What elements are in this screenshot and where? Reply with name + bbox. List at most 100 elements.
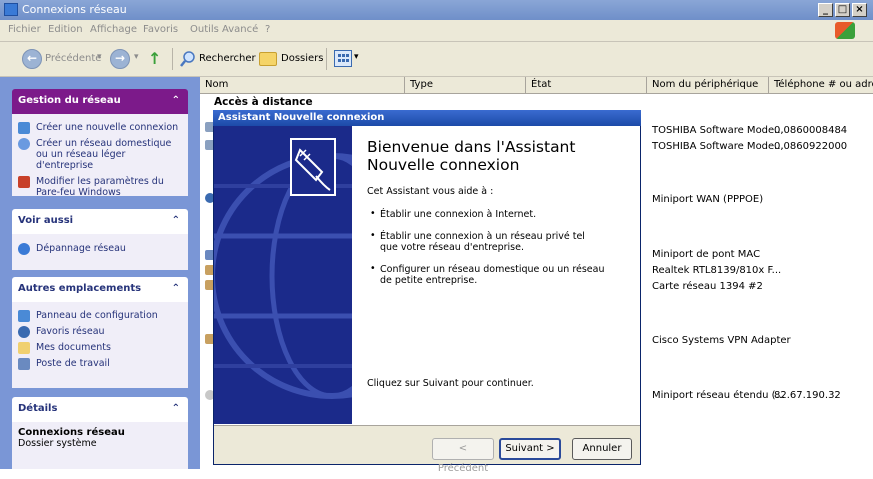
details-name: Connexions réseau xyxy=(18,427,125,438)
create-home-network-task[interactable]: Créer un réseau domestique ou un réseau … xyxy=(18,138,182,171)
forward-arrow-icon[interactable]: → xyxy=(110,49,130,69)
phone-cell: 0,0860008484 xyxy=(774,125,848,136)
column-type[interactable]: Type xyxy=(410,79,433,90)
network-tasks-panel: Créer une nouvelle connexion Créer un ré… xyxy=(12,114,188,198)
back-button[interactable]: Précédente xyxy=(45,53,101,64)
my-documents-link[interactable]: Mes documents xyxy=(18,342,182,354)
views-icon[interactable] xyxy=(334,50,352,67)
see-also-panel: Dépannage réseau xyxy=(12,234,188,270)
details-panel: Connexions réseau Dossier système xyxy=(12,422,188,469)
column-status[interactable]: État xyxy=(531,79,551,90)
my-computer-link[interactable]: Poste de travail xyxy=(18,358,182,370)
network-connections-icon xyxy=(4,3,18,16)
home-network-icon xyxy=(18,138,30,150)
phone-cell: 82.67.190.32 xyxy=(774,390,841,401)
other-places-header[interactable]: Autres emplacements ⌃ xyxy=(12,277,188,302)
network-tasks-header[interactable]: Gestion du réseau ⌃ xyxy=(12,89,188,114)
device-cell: Miniport de pont MAC xyxy=(652,249,761,260)
task-label: Modifier les paramètres du Pare-feu Wind… xyxy=(36,176,164,198)
menu-advanced[interactable]: Avancé xyxy=(222,24,258,35)
views-dropdown-icon[interactable]: ▾ xyxy=(354,52,359,62)
wizard-intro: Cet Assistant vous aide à : xyxy=(367,186,494,197)
group-dialup: Accès à distance xyxy=(214,96,313,108)
folders-button[interactable]: Dossiers xyxy=(281,53,324,64)
wizard-bullet: Établir une connexion à Internet. xyxy=(380,209,537,220)
column-name[interactable]: Nom xyxy=(205,79,228,90)
wizard-footer: Cliquez sur Suivant pour continuer. xyxy=(367,378,534,389)
details-header[interactable]: Détails ⌃ xyxy=(12,397,188,422)
new-connection-icon xyxy=(18,122,30,134)
my-documents-icon xyxy=(18,342,30,354)
control-panel-icon xyxy=(18,310,30,322)
windows-logo-icon xyxy=(835,22,855,39)
column-device[interactable]: Nom du périphérique xyxy=(652,79,758,90)
cancel-button[interactable]: Annuler xyxy=(572,438,632,460)
task-label: Créer une nouvelle connexion xyxy=(36,122,179,133)
collapse-chevron-icon[interactable]: ⌃ xyxy=(172,403,180,414)
create-connection-task[interactable]: Créer une nouvelle connexion xyxy=(18,122,182,134)
up-folder-icon[interactable]: ↑ xyxy=(148,49,166,69)
menu-edit[interactable]: Edition xyxy=(48,24,83,35)
menu-view[interactable]: Affichage xyxy=(90,24,137,35)
toolbar-separator xyxy=(326,48,327,70)
column-separator[interactable] xyxy=(525,77,526,93)
previous-button[interactable]: < Précédent xyxy=(432,438,494,474)
task-label: Poste de travail xyxy=(36,358,110,369)
control-panel-link[interactable]: Panneau de configuration xyxy=(18,310,182,322)
firewall-icon xyxy=(18,176,30,188)
close-button[interactable]: × xyxy=(852,3,867,17)
column-header: Nom Type État Nom du périphérique Téléph… xyxy=(200,77,873,94)
menu-tools[interactable]: Outils xyxy=(190,24,219,35)
menu-favorites[interactable]: Favoris xyxy=(143,24,178,35)
task-pane: Gestion du réseau ⌃ Créer une nouvelle c… xyxy=(0,77,200,469)
phone-cell: 0,0860922000 xyxy=(774,141,848,152)
next-button[interactable]: Suivant > xyxy=(499,438,561,460)
network-tasks-title: Gestion du réseau xyxy=(18,95,121,106)
folders-icon[interactable] xyxy=(259,52,277,66)
column-separator[interactable] xyxy=(404,77,405,93)
device-cell: Miniport WAN (PPPOE) xyxy=(652,194,764,205)
back-dropdown-icon[interactable]: ▾ xyxy=(97,52,102,62)
title-bar[interactable]: Connexions réseau _ □ × xyxy=(0,0,873,20)
details-type: Dossier système xyxy=(18,438,97,449)
task-label: Favoris réseau xyxy=(36,326,105,337)
bullet-icon: • xyxy=(370,208,376,219)
toolbar: ← Précédente ▾ → ▾ ↑ Rechercher Dossiers… xyxy=(0,42,873,77)
minimize-button[interactable]: _ xyxy=(818,3,833,17)
device-cell: Carte réseau 1394 #2 xyxy=(652,281,763,292)
wizard-bullet: Établir une connexion à un réseau privé … xyxy=(380,231,585,253)
column-separator[interactable] xyxy=(768,77,769,93)
back-arrow-icon[interactable]: ← xyxy=(22,49,42,69)
device-cell: Cisco Systems VPN Adapter xyxy=(652,335,791,346)
column-separator[interactable] xyxy=(646,77,647,93)
window-title: Connexions réseau xyxy=(22,3,127,16)
other-places-title: Autres emplacements xyxy=(18,283,142,294)
menu-bar: Fichier Edition Affichage Favoris Outils… xyxy=(0,20,873,42)
forward-dropdown-icon[interactable]: ▾ xyxy=(134,52,139,62)
device-cell: Realtek RTL8139/810x F... xyxy=(652,265,782,276)
network-places-link[interactable]: Favoris réseau xyxy=(18,326,182,338)
maximize-button[interactable]: □ xyxy=(835,3,850,17)
details-title: Détails xyxy=(18,403,58,414)
bullet-icon: • xyxy=(370,230,376,241)
wizard-title-bar[interactable]: Assistant Nouvelle connexion xyxy=(213,110,641,126)
help-info-icon xyxy=(18,243,30,255)
menu-help[interactable]: ? xyxy=(265,24,270,35)
network-places-icon xyxy=(18,326,30,338)
wizard-heading: Bienvenue dans l'Assistant Nouvelle conn… xyxy=(367,138,576,174)
collapse-chevron-icon[interactable]: ⌃ xyxy=(172,215,180,226)
firewall-settings-task[interactable]: Modifier les paramètres du Pare-feu Wind… xyxy=(18,176,182,198)
menu-file[interactable]: Fichier xyxy=(8,24,41,35)
collapse-chevron-icon[interactable]: ⌃ xyxy=(172,283,180,294)
network-cable-icon xyxy=(290,138,336,196)
collapse-chevron-icon[interactable]: ⌃ xyxy=(172,95,180,106)
search-button[interactable]: Rechercher xyxy=(199,53,256,64)
search-icon[interactable] xyxy=(180,51,196,67)
troubleshoot-task[interactable]: Dépannage réseau xyxy=(18,243,182,255)
device-cell: Miniport réseau étendu (... xyxy=(652,390,786,401)
device-cell: TOSHIBA Software Mode... xyxy=(652,125,784,136)
column-phone[interactable]: Téléphone # ou adresse xyxy=(774,79,873,90)
task-label: Créer un réseau domestique ou un réseau … xyxy=(36,138,172,171)
device-cell: TOSHIBA Software Mode... xyxy=(652,141,784,152)
see-also-header[interactable]: Voir aussi ⌃ xyxy=(12,209,188,234)
